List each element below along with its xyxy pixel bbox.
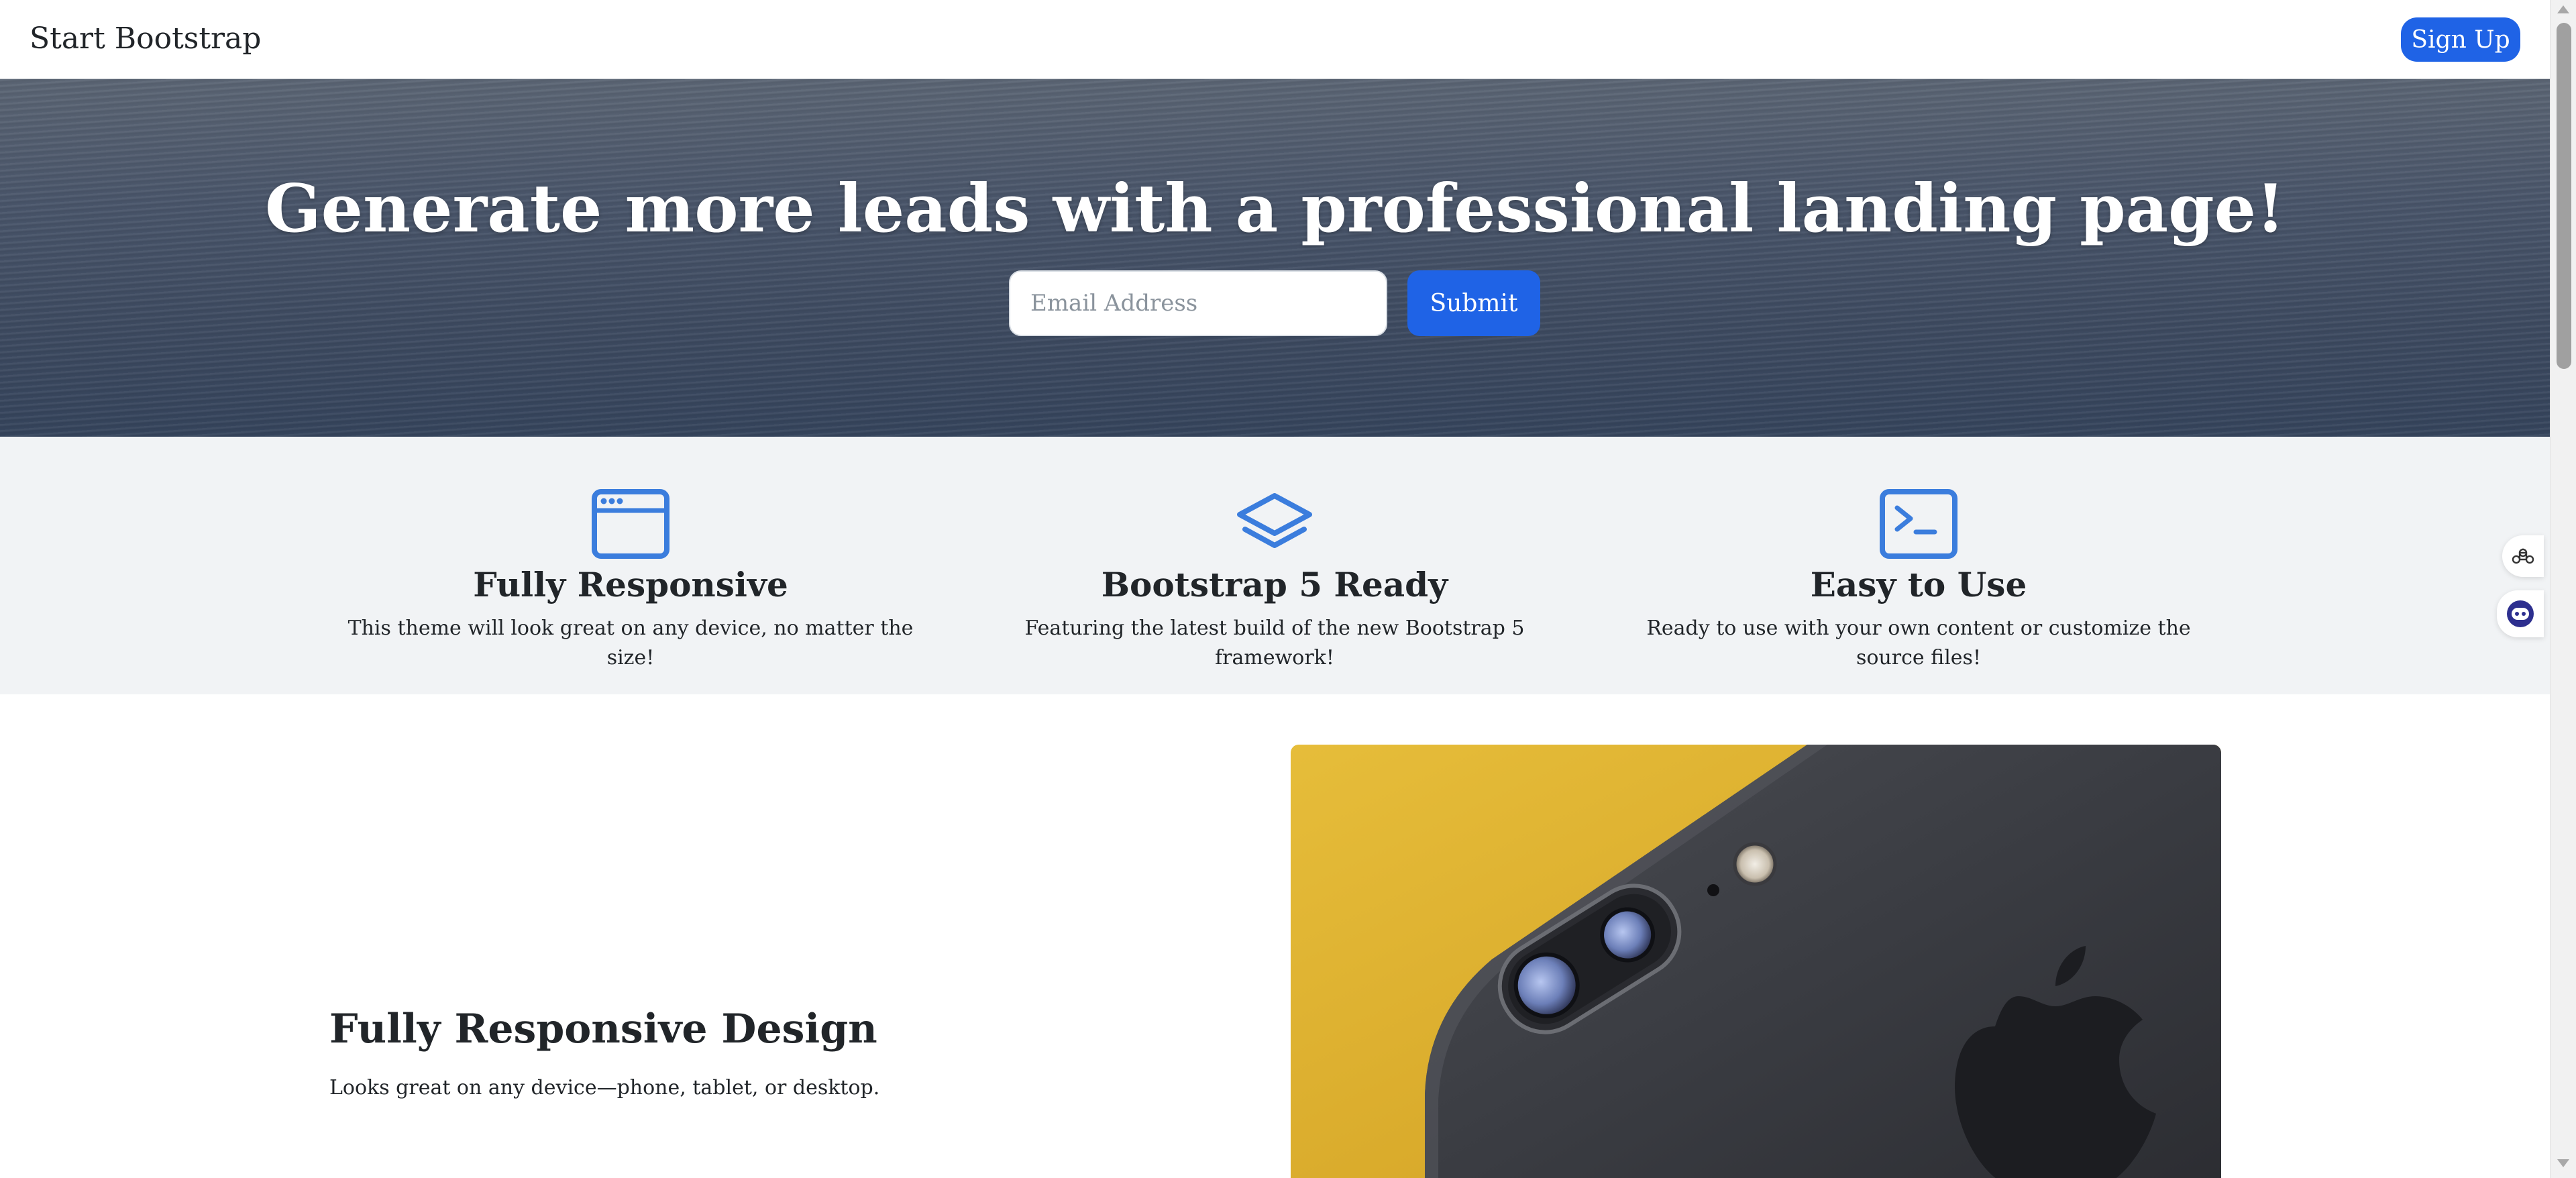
scroll-up-arrow-icon[interactable] [2557,5,2569,13]
navbar: Start Bootstrap Sign Up [0,0,2550,79]
vertical-scrollbar[interactable] [2550,0,2576,1178]
browser-window-icon [592,489,669,559]
feature-title: Easy to Use [1810,565,2027,604]
phone-photo [1291,745,2221,1178]
feature-title: Bootstrap 5 Ready [1101,565,1448,604]
features-section: Fully Responsive This theme will look gr… [0,437,2550,694]
feature-text: Featuring the latest build of the new Bo… [1024,617,1525,670]
sign-up-button[interactable]: Sign Up [2401,17,2520,62]
feature-title: Fully Responsive [473,565,788,604]
landing-page: Start Bootstrap Sign Up Generate more le… [0,0,2576,1178]
submit-button[interactable]: Submit [1407,270,1540,336]
feature-fully-responsive: Fully Responsive This theme will look gr… [329,437,932,694]
showcase-title: Fully Responsive Design [329,1006,877,1053]
feature-easy-to-use: Easy to Use Ready to use with your own c… [1617,437,2220,694]
feature-text: Ready to use with your own content or cu… [1646,617,2191,670]
command-widget[interactable] [2502,535,2544,577]
layers-icon [1237,493,1312,548]
email-input[interactable] [1009,270,1387,336]
hero-title: Generate more leads with a professional … [264,170,2285,248]
showcase-text: Looks great on any device—phone, tablet,… [329,1076,880,1100]
scroll-down-arrow-icon[interactable] [2557,1159,2569,1167]
feature-text: This theme will look great on any device… [347,617,914,670]
assistant-robot-icon [2507,600,2534,627]
command-key-icon [2512,548,2534,564]
hero-section: Generate more leads with a professional … [0,79,2550,437]
assistant-widget[interactable] [2497,590,2544,637]
scrollbar-thumb[interactable] [2557,23,2571,369]
feature-bootstrap-5-ready: Bootstrap 5 Ready Featuring the latest b… [973,437,1576,694]
phone-image [1291,745,2221,1178]
terminal-icon [1880,489,1957,559]
brand-link[interactable]: Start Bootstrap [30,19,261,59]
